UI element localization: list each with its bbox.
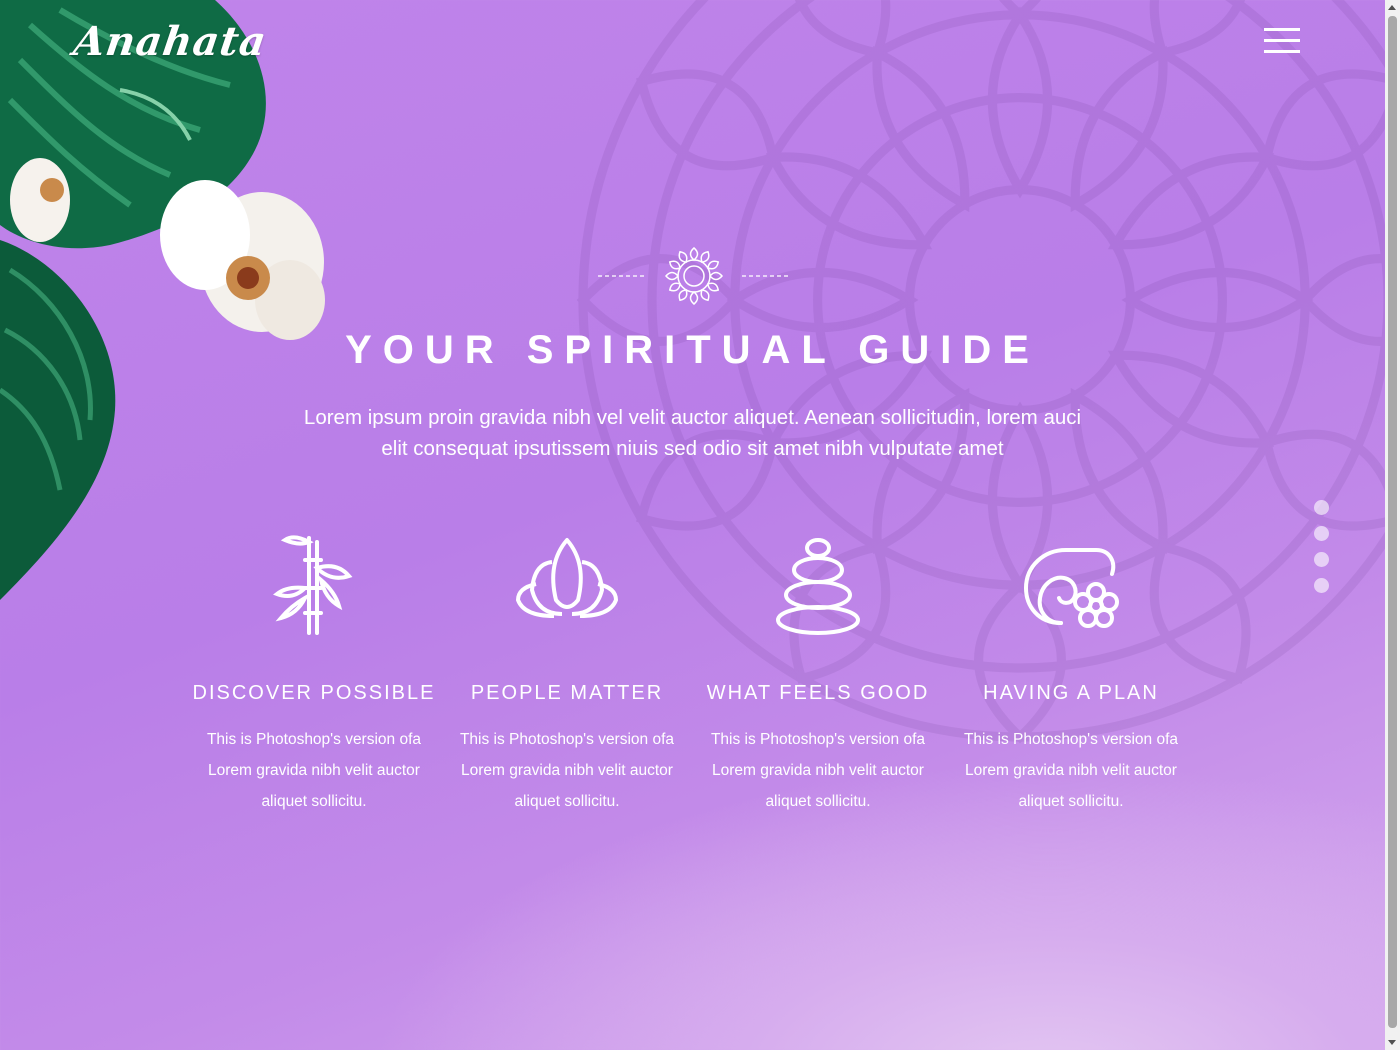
feature-desc-line: Lorem gravida nibh velit auctor — [965, 762, 1177, 779]
stacked-stones-icon — [776, 538, 860, 635]
feature-title: DISCOVER POSSIBLE — [192, 682, 436, 704]
feature-desc-line: aliquet sollicitu. — [514, 793, 620, 810]
feature-description: This is Photoshop's version ofa Lorem gr… — [198, 724, 430, 817]
mandala-flower-icon — [598, 247, 788, 305]
scroll-up-arrow-icon[interactable] — [1388, 5, 1396, 10]
feature-description: This is Photoshop's version ofa Lorem gr… — [955, 724, 1187, 817]
site-logo[interactable]: Anahata — [71, 18, 270, 65]
foliage-decoration — [0, 0, 325, 600]
pagination-dot[interactable] — [1314, 526, 1329, 541]
hero-subtitle-line: Lorem ipsum proin gravida nibh vel velit… — [303, 406, 1082, 429]
feature-title: WHAT FEELS GOOD — [706, 682, 930, 704]
feature-desc-line: Lorem gravida nibh velit auctor — [712, 762, 924, 779]
pagination-dot[interactable] — [1314, 578, 1329, 593]
feature-title: PEOPLE MATTER — [470, 682, 664, 704]
hero-title: YOUR SPIRITUAL GUIDE — [345, 328, 1040, 372]
hero-subtitle: Lorem ipsum proin gravida nibh vel velit… — [280, 402, 1105, 464]
lotus-icon — [516, 538, 618, 618]
feature-desc-line: This is Photoshop's version ofa — [206, 731, 422, 748]
feature-desc-line: This is Photoshop's version ofa — [459, 731, 675, 748]
feature-feels-good: WHAT FEELS GOOD This is Photoshop's vers… — [688, 528, 948, 817]
hero-subtitle-line: elit consequat ipsutissem niuis sed odio… — [381, 437, 1004, 460]
feature-discover: DISCOVER POSSIBLE This is Photoshop's ve… — [184, 528, 444, 817]
vertical-scrollbar[interactable] — [1385, 0, 1400, 1050]
feature-people: PEOPLE MATTER This is Photoshop's versio… — [437, 528, 697, 817]
feature-desc-line: Lorem gravida nibh velit auctor — [461, 762, 673, 779]
scrollbar-thumb[interactable] — [1388, 16, 1397, 1028]
bamboo-icon — [272, 535, 353, 635]
feature-desc-line: This is Photoshop's version ofa — [710, 731, 926, 748]
feature-description: This is Photoshop's version ofa Lorem gr… — [702, 724, 934, 817]
towel-flower-icon — [1023, 548, 1119, 628]
menu-bar — [1264, 28, 1300, 31]
pagination-dot[interactable] — [1314, 552, 1329, 567]
feature-title: HAVING A PLAN — [983, 682, 1159, 704]
scroll-down-arrow-icon[interactable] — [1388, 1040, 1396, 1045]
feature-desc-line: aliquet sollicitu. — [261, 793, 367, 810]
feature-description: This is Photoshop's version ofa Lorem gr… — [451, 724, 683, 817]
feature-desc-line: Lorem gravida nibh velit auctor — [208, 762, 420, 779]
pagination-dot[interactable] — [1314, 500, 1329, 515]
menu-bar — [1264, 50, 1300, 53]
slide-pagination — [1314, 500, 1330, 604]
hamburger-menu-icon[interactable] — [1264, 28, 1300, 56]
feature-desc-line: aliquet sollicitu. — [1018, 793, 1124, 810]
feature-plan: HAVING A PLAN This is Photoshop's versio… — [941, 528, 1201, 817]
feature-desc-line: aliquet sollicitu. — [765, 793, 871, 810]
feature-desc-line: This is Photoshop's version ofa — [963, 731, 1179, 748]
menu-bar — [1264, 39, 1300, 42]
